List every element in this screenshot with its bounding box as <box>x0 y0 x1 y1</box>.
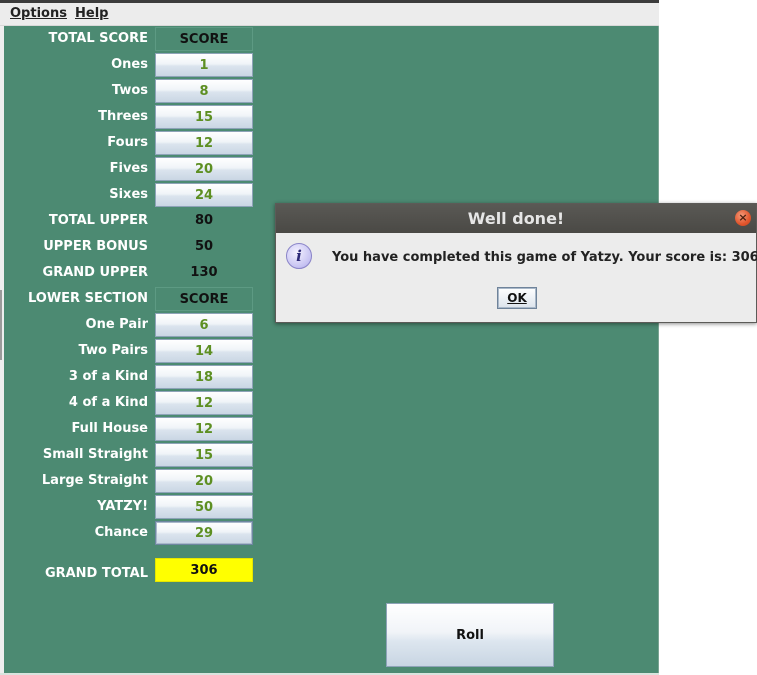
score-button-fives[interactable]: 20 <box>155 157 253 181</box>
ok-button[interactable]: OK <box>497 287 537 309</box>
roll-button[interactable]: Roll <box>386 603 554 667</box>
row-label-two-pairs: Two Pairs <box>78 343 148 358</box>
score-button-fours[interactable]: 12 <box>155 131 253 155</box>
score-button-small-straight[interactable]: 15 <box>155 443 253 467</box>
row-label-ones: Ones <box>111 57 148 72</box>
score-button-full-house[interactable]: 12 <box>155 417 253 441</box>
row-label-upper-bonus: UPPER BONUS <box>43 239 148 254</box>
score-button-threes[interactable]: 15 <box>155 105 253 129</box>
row-label-chance: Chance <box>94 525 148 540</box>
score-button-three-of-a-kind[interactable]: 18 <box>155 365 253 389</box>
upper-score-column-header: SCORE <box>155 27 253 51</box>
score-button-yatzy[interactable]: 50 <box>155 495 253 519</box>
row-label-fours: Fours <box>107 135 148 150</box>
row-label-threes: Threes <box>98 109 148 124</box>
row-label-full-house: Full House <box>71 421 148 436</box>
ok-button-label: OK <box>507 291 527 305</box>
row-label-three-of-a-kind: 3 of a Kind <box>68 369 148 384</box>
grand-total-value: 306 <box>155 558 253 582</box>
row-label-fives: Fives <box>109 161 148 176</box>
row-label-small-straight: Small Straight <box>42 447 148 462</box>
scorecard-board: TOTAL SCORE SCORE Ones 1 Twos 8 Threes 1… <box>4 26 659 675</box>
score-button-twos[interactable]: 8 <box>155 79 253 103</box>
score-button-ones[interactable]: 1 <box>155 53 253 77</box>
window-right-border <box>658 26 659 675</box>
info-icon: i <box>286 243 312 269</box>
lower-score-column-header: SCORE <box>155 287 253 311</box>
row-label-large-straight: Large Straight <box>41 473 148 488</box>
close-icon[interactable]: × <box>735 210 751 226</box>
lower-header-label: LOWER SECTION <box>27 291 148 306</box>
upper-bonus-value: 50 <box>155 235 253 259</box>
menu-bar: Options Help <box>0 3 659 26</box>
row-label-four-of-a-kind: 4 of a Kind <box>68 395 148 410</box>
dialog-message: You have completed this game of Yatzy. Y… <box>332 250 757 265</box>
row-label-sixes: Sixes <box>109 187 148 202</box>
upper-header-label: TOTAL SCORE <box>48 31 149 46</box>
score-button-sixes[interactable]: 24 <box>155 183 253 207</box>
score-button-two-pairs[interactable]: 14 <box>155 339 253 363</box>
completion-dialog: Well done! × i You have completed this g… <box>275 203 757 323</box>
grand-upper-value: 130 <box>155 261 253 285</box>
row-label-grand-upper: GRAND UPPER <box>42 265 148 280</box>
score-button-one-pair[interactable]: 6 <box>155 313 253 337</box>
row-label-yatzy: YATZY! <box>97 499 148 514</box>
score-button-four-of-a-kind[interactable]: 12 <box>155 391 253 415</box>
row-label-twos: Twos <box>111 83 148 98</box>
score-button-large-straight[interactable]: 20 <box>155 469 253 493</box>
menu-options[interactable]: Options <box>10 6 67 21</box>
total-upper-value: 80 <box>155 209 253 233</box>
row-label-total-upper: TOTAL UPPER <box>48 213 148 228</box>
menu-help[interactable]: Help <box>75 6 108 21</box>
score-button-chance[interactable]: 29 <box>155 521 253 545</box>
row-label-grand-total: GRAND TOTAL <box>44 566 148 581</box>
dialog-title[interactable]: Well done! <box>276 204 756 233</box>
row-label-one-pair: One Pair <box>85 317 148 332</box>
